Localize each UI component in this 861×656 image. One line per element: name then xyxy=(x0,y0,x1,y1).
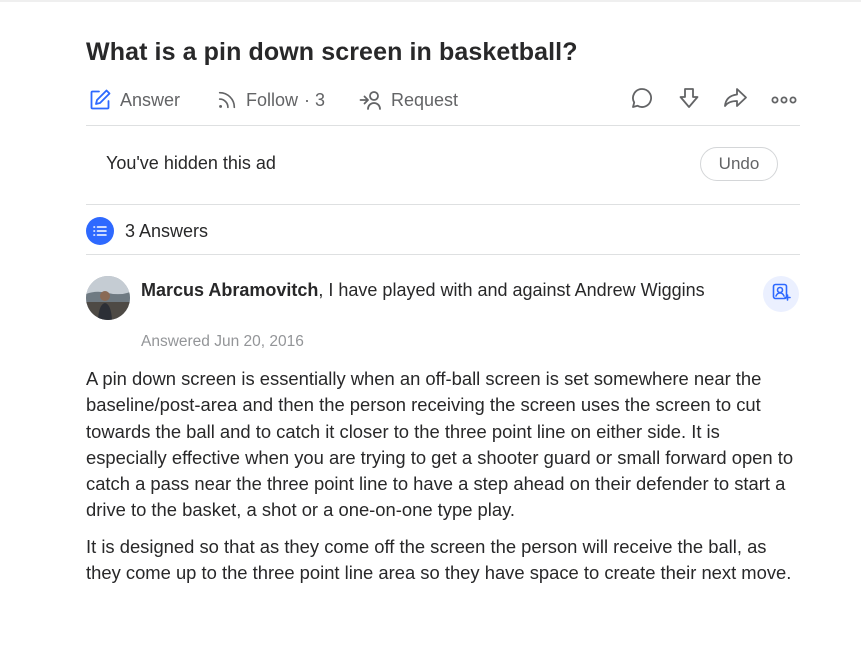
answer-paragraph: A pin down screen is essentially when an… xyxy=(86,368,794,521)
hidden-ad-message: You've hidden this ad xyxy=(106,153,276,173)
follow-author-button[interactable] xyxy=(763,276,799,312)
downvote-arrow-icon xyxy=(677,86,701,115)
author-credential-line: Marcus Abramovitch, I have played with a… xyxy=(141,277,711,303)
pencil-square-icon xyxy=(88,88,112,112)
question-title[interactable]: What is a pin down screen in basketball? xyxy=(86,38,578,67)
comment-button[interactable] xyxy=(628,86,656,114)
answered-date[interactable]: Answered Jun 20, 2016 xyxy=(141,333,304,351)
undo-button[interactable]: Undo xyxy=(700,147,778,181)
list-icon xyxy=(86,217,114,245)
top-border xyxy=(0,0,861,2)
follow-count: · 3 xyxy=(304,89,326,110)
request-label: Request xyxy=(391,89,459,110)
answer-paragraph: It is designed so that as they come off … xyxy=(86,535,792,584)
rss-icon xyxy=(216,89,238,111)
answer-label: Answer xyxy=(120,89,181,110)
follow-label: Follow xyxy=(246,89,299,110)
answer-body: A pin down screen is essentially when an… xyxy=(86,366,800,596)
add-user-icon xyxy=(771,282,791,307)
more-dots-icon xyxy=(771,91,797,109)
downvote-button[interactable] xyxy=(675,86,703,114)
divider xyxy=(86,125,800,126)
author-name[interactable]: Marcus Abramovitch xyxy=(141,280,318,300)
share-arrow-icon xyxy=(723,86,749,115)
answers-count-header: 3 Answers xyxy=(86,216,208,246)
question-action-bar: Answer Follow · 3 Request xyxy=(86,84,800,116)
divider xyxy=(86,254,800,255)
avatar[interactable] xyxy=(86,276,130,320)
request-button[interactable]: Request xyxy=(359,84,458,116)
more-options-button[interactable] xyxy=(770,86,798,114)
follow-button[interactable]: Follow · 3 xyxy=(216,84,325,116)
page: What is a pin down screen in basketball?… xyxy=(0,0,861,656)
answers-count-label: 3 Answers xyxy=(125,220,209,241)
divider xyxy=(86,204,800,205)
author-credential: , I have played with and against Andrew … xyxy=(318,280,705,300)
comment-icon xyxy=(630,86,654,115)
request-user-icon xyxy=(359,88,383,112)
answer-button[interactable]: Answer xyxy=(88,84,180,116)
share-button[interactable] xyxy=(722,86,750,114)
